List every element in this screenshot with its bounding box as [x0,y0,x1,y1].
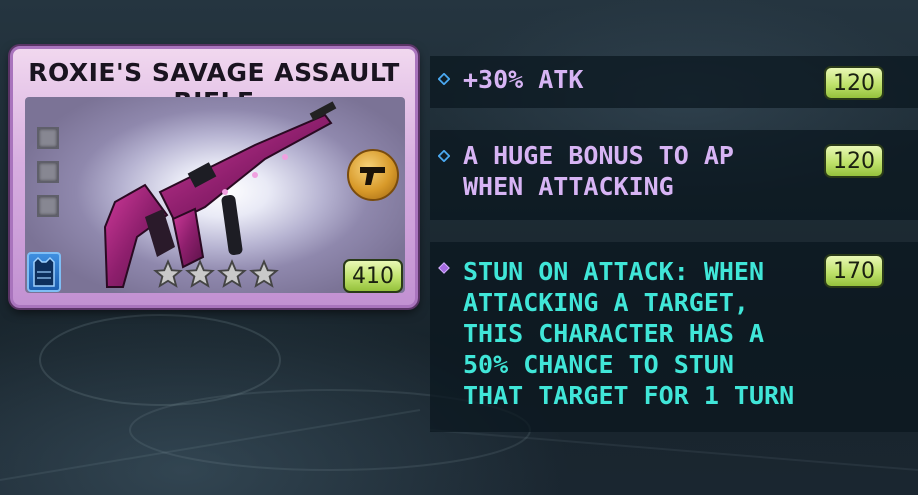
ability-row[interactable]: A HUGE BONUS TO AP WHEN ATTACKING 120 [430,130,918,220]
diamond-bullet-icon [438,73,450,85]
star-icon [185,259,215,288]
ability-row[interactable]: +30% ATK 120 [430,56,918,108]
ability-text: STUN ON ATTACK: WHEN ATTACKING A TARGET,… [463,257,795,410]
pistol-icon [347,149,399,201]
star-rating [153,259,279,289]
ability-value-badge: 120 [824,144,884,178]
diamond-bullet-icon [438,262,450,274]
upgrade-slot [37,195,59,217]
ability-text: +30% ATK [463,65,584,94]
star-icon [153,259,183,288]
ability-value-badge: 170 [824,254,884,288]
diamond-bullet-icon [438,150,450,162]
star-icon [217,259,247,288]
vest-icon [27,252,61,292]
star-icon [249,259,279,288]
power-badge: 410 [343,259,403,293]
upgrade-slot [37,127,59,149]
ability-text: A HUGE BONUS TO AP WHEN ATTACKING [463,141,749,201]
weapon-card[interactable]: ROXIE'S SAVAGE ASSAULT RIFLE [10,46,418,308]
ability-row[interactable]: STUN ON ATTACK: WHEN ATTACKING A TARGET,… [430,242,918,432]
ability-value-badge: 120 [824,66,884,100]
upgrade-slot [37,161,59,183]
